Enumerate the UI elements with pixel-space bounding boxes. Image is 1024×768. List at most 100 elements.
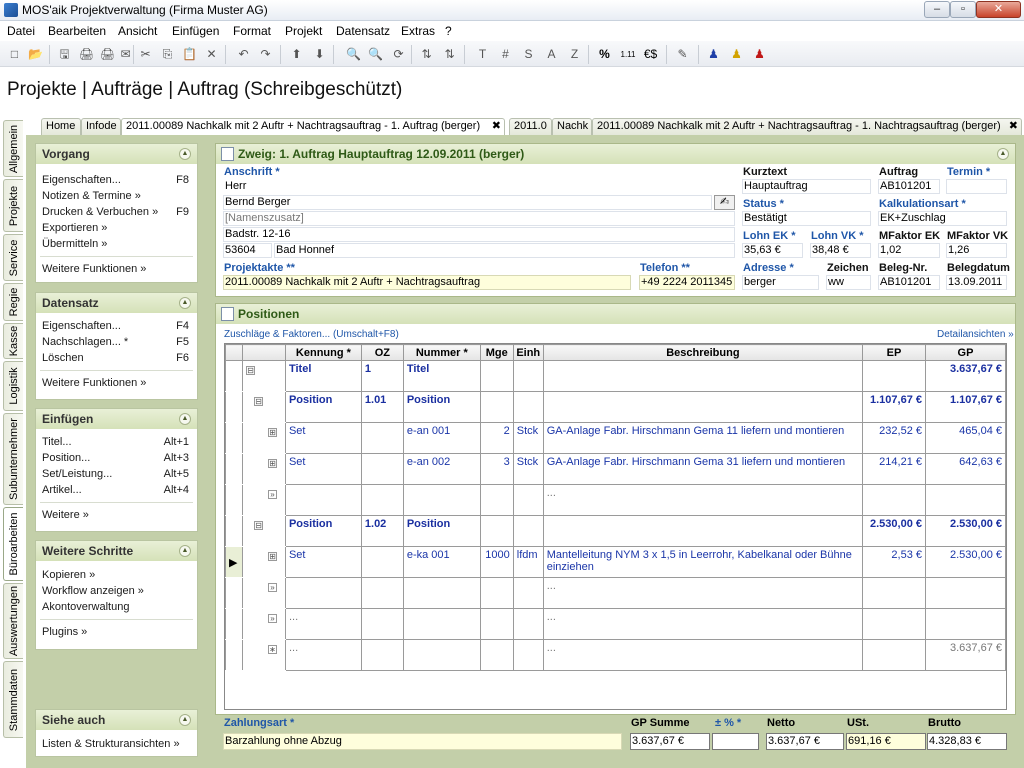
nummer-cell[interactable]: e-ka 001 — [402, 546, 481, 578]
beschreibung-cell[interactable]: ... — [542, 608, 864, 640]
beschreibung-cell[interactable]: ... — [542, 639, 864, 671]
einh-cell[interactable] — [512, 639, 544, 671]
cut-icon[interactable]: ✂ — [137, 46, 154, 63]
collapse-icon[interactable]: ▲ — [179, 545, 191, 557]
status-field[interactable]: Bestätigt — [742, 211, 871, 226]
vtab-regie[interactable]: Regie — [3, 283, 23, 321]
vtab-auswertungen[interactable]: Auswertungen — [3, 583, 23, 659]
insert-icon[interactable]: » — [267, 583, 277, 592]
row-indicator[interactable] — [225, 515, 243, 547]
row-indicator[interactable] — [225, 484, 243, 516]
nummer-cell[interactable] — [402, 484, 481, 516]
menu-notizen-termine[interactable]: Notizen & Termine » — [36, 188, 197, 204]
menu-weitere[interactable]: Weitere » — [36, 507, 197, 523]
menu-position[interactable]: Position... Alt+3 — [36, 450, 197, 466]
gp-cell[interactable]: 3.637,67 € — [925, 360, 1006, 392]
strasse-field[interactable]: Badstr. 12-16 — [223, 227, 735, 242]
vtab-projekte[interactable]: Projekte — [3, 179, 23, 232]
print-preview-icon[interactable]: 🖨 — [78, 46, 95, 63]
gp-cell[interactable]: 642,63 € — [925, 453, 1006, 485]
mge-cell[interactable] — [479, 515, 514, 547]
table-row[interactable]: »... — [225, 577, 1006, 609]
number-icon[interactable]: # — [497, 46, 514, 63]
nummer-cell[interactable]: Titel — [402, 360, 481, 392]
auftrag-field[interactable]: AB101201 — [878, 179, 940, 194]
delete-icon[interactable]: ✕ — [203, 46, 220, 63]
menu-projekt[interactable]: Projekt — [285, 24, 322, 38]
menu-set-leistung[interactable]: Set/Leistung... Alt+5 — [36, 466, 197, 482]
expand-icon[interactable]: ⊞ — [267, 428, 277, 437]
mfaktor-ek-field[interactable]: 1,02 — [878, 243, 940, 258]
nummer-cell[interactable]: e-an 002 — [402, 453, 481, 485]
oz-cell[interactable] — [360, 546, 404, 578]
vtab-allgemein[interactable]: Allgemein — [3, 120, 23, 177]
row-indicator[interactable] — [225, 422, 243, 454]
menu-workflow[interactable]: Workflow anzeigen » — [36, 583, 197, 599]
tree-cell[interactable]: ⊞ — [241, 546, 286, 578]
ep-cell[interactable] — [862, 608, 926, 640]
zuschlaege-link[interactable]: Zuschläge & Faktoren... (Umschalt+F8) — [224, 329, 399, 340]
kennung-cell[interactable]: ... — [284, 639, 362, 671]
mge-cell[interactable] — [479, 608, 514, 640]
lohn-ek-field[interactable]: 35,63 € — [742, 243, 803, 258]
percent-icon[interactable]: % — [596, 46, 613, 63]
table-row[interactable]: »...... — [225, 608, 1006, 640]
belegdatum-field[interactable]: 13.09.2011 — [946, 275, 1007, 290]
collapse-icon[interactable]: ▲ — [179, 413, 191, 425]
tab-close-icon[interactable]: ✖ — [492, 119, 501, 134]
beleg-nr-field[interactable]: AB101201 — [878, 275, 940, 290]
header-oz[interactable]: OZ — [360, 344, 404, 361]
collapse-icon[interactable]: ▲ — [179, 297, 191, 309]
ep-cell[interactable]: 2,53 € — [862, 546, 926, 578]
ep-cell[interactable]: 232,52 € — [862, 422, 926, 454]
table-row[interactable]: ▶ ⊞ Set e-ka 001 1000 lfdm Mantelleitung NYM 3… — [225, 546, 1006, 578]
tab-close-icon[interactable]: ✖ — [1009, 119, 1018, 134]
save-icon[interactable]: 🖫 — [56, 46, 73, 63]
z-icon[interactable]: Z — [566, 46, 583, 63]
tree-cell[interactable]: ∗ — [241, 639, 286, 671]
header-beschreibung[interactable]: Beschreibung — [542, 344, 864, 361]
oz-cell[interactable] — [360, 639, 404, 671]
gp-cell[interactable]: 3.637,67 € — [925, 639, 1006, 671]
kennung-cell[interactable]: Position — [284, 391, 362, 423]
menu-datei[interactable]: Datei — [7, 24, 35, 38]
menu-exportieren[interactable]: Exportieren » — [36, 220, 197, 236]
menu-artikel[interactable]: Artikel... Alt+4 — [36, 482, 197, 498]
copy-icon[interactable]: ⎘ — [159, 46, 176, 63]
mail-icon[interactable]: ✉ — [117, 46, 134, 63]
paste-icon[interactable]: 📋 — [181, 46, 198, 63]
gp-cell[interactable] — [925, 484, 1006, 516]
detailansichten-link[interactable]: Detailansichten » — [937, 329, 1014, 340]
kennung-cell[interactable] — [284, 577, 362, 609]
gp-cell[interactable]: 2.530,00 € — [925, 546, 1006, 578]
decimal-icon[interactable]: 1.11 — [617, 46, 639, 63]
table-row[interactable]: ⊟ Position 1.02 Position 2.530,00 €2.530,00 … — [225, 515, 1006, 547]
vtab-service[interactable]: Service — [3, 234, 23, 281]
nummer-cell[interactable] — [402, 639, 481, 671]
header-ep[interactable]: EP — [862, 344, 926, 361]
tree-cell[interactable]: ⊟ — [241, 391, 286, 423]
search-icon[interactable]: 🔍 — [345, 46, 362, 63]
doctab-infodesk[interactable]: Infode — [81, 118, 121, 135]
table-row[interactable]: ⊟ Position 1.01 Position 1.107,67 €1.107,67 … — [225, 391, 1006, 423]
oz-cell[interactable] — [360, 577, 404, 609]
nummer-cell[interactable]: Position — [402, 391, 481, 423]
lohn-vk-field[interactable]: 38,48 € — [810, 243, 871, 258]
signature-icon[interactable]: ✍ — [714, 195, 735, 210]
insert-icon[interactable]: » — [267, 490, 277, 499]
mge-cell[interactable] — [479, 484, 514, 516]
kalkulationsart-field[interactable]: EK+Zuschlag — [878, 211, 1007, 226]
menu-help[interactable]: ? — [445, 24, 452, 38]
netto-field[interactable]: 3.637,67 € — [766, 733, 844, 750]
tree-cell[interactable]: ⊟ — [241, 515, 286, 547]
kurztext-field[interactable]: Hauptauftrag — [742, 179, 871, 194]
tree-cell[interactable]: » — [241, 608, 286, 640]
print-icon[interactable]: 🖨 — [99, 46, 116, 63]
table-row[interactable]: ∗...... 3.637,67 € — [225, 639, 1006, 671]
collapse-tree-icon[interactable]: ⊟ — [253, 521, 263, 530]
expand-icon[interactable]: ⊞ — [267, 552, 277, 561]
row-indicator[interactable]: ▶ — [225, 546, 243, 578]
mge-cell[interactable]: 3 — [479, 453, 514, 485]
beschreibung-cell[interactable] — [542, 515, 864, 547]
user-yellow-icon[interactable]: ♟ — [728, 46, 745, 63]
